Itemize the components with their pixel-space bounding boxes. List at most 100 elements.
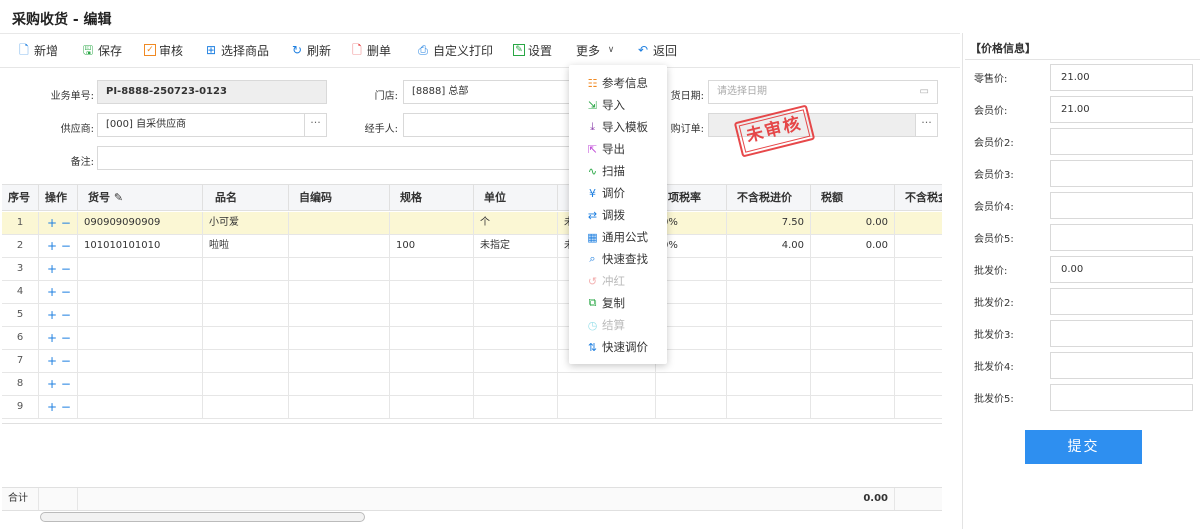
add-row-icon[interactable]: + (47, 331, 57, 345)
new-button[interactable]: 🗋 新增 (17, 39, 58, 61)
handler-field[interactable] (403, 113, 570, 137)
cell-name[interactable] (203, 373, 289, 396)
remove-row-icon[interactable]: − (57, 262, 71, 276)
cell-amount[interactable] (895, 235, 942, 258)
price-input[interactable] (1050, 192, 1193, 219)
cell-amount[interactable] (895, 350, 942, 373)
purchase-order-picker-button[interactable]: ··· (915, 114, 937, 136)
price-input[interactable]: 0.00 (1050, 256, 1193, 283)
cell-unit[interactable]: 个 (474, 212, 558, 235)
cell-selfcode[interactable] (289, 281, 390, 304)
cell-name[interactable] (203, 258, 289, 281)
cell-tax_amt[interactable]: 0.00 (811, 235, 895, 258)
cell-code[interactable]: 101010101010 (78, 235, 203, 258)
back-button[interactable]: ↶ 返回 (636, 39, 677, 61)
cell-unit[interactable] (474, 327, 558, 350)
menu-item-adjust-price[interactable]: ¥ 调价 (569, 183, 667, 203)
edit-icon[interactable]: ✎ (114, 191, 123, 204)
cell-amount[interactable] (895, 327, 942, 350)
more-button[interactable]: 更多 ∨ (576, 39, 621, 61)
cell-unit[interactable] (474, 373, 558, 396)
cell-tax[interactable] (656, 373, 727, 396)
remove-row-icon[interactable]: − (57, 308, 71, 322)
cell-spec[interactable] (390, 212, 474, 235)
cell-spec[interactable] (390, 373, 474, 396)
row-actions[interactable]: + − (39, 327, 78, 350)
supplier-picker-button[interactable]: ··· (304, 114, 326, 136)
remove-row-icon[interactable]: − (57, 331, 71, 345)
add-row-icon[interactable]: + (47, 262, 57, 276)
menu-item-export[interactable]: ⇱ 导出 (569, 139, 667, 159)
menu-item-info[interactable]: ☷ 参考信息 (569, 73, 667, 93)
submit-button[interactable]: 提交 (1025, 430, 1142, 464)
menu-item-formula[interactable]: ▦ 通用公式 (569, 227, 667, 247)
cell-tax_amt[interactable] (811, 327, 895, 350)
remove-row-icon[interactable]: − (57, 354, 71, 368)
cell-price[interactable] (727, 396, 811, 419)
cell-price[interactable] (727, 258, 811, 281)
cell-name[interactable] (203, 396, 289, 419)
cell-name[interactable] (203, 281, 289, 304)
cell-code[interactable] (78, 258, 203, 281)
cell-unit[interactable]: 未指定 (474, 235, 558, 258)
store-field[interactable]: [8888] 总部 (403, 80, 570, 104)
price-input[interactable]: 21.00 (1050, 96, 1193, 123)
cell-spec[interactable] (390, 304, 474, 327)
price-input[interactable] (1050, 160, 1193, 187)
add-row-icon[interactable]: + (47, 354, 57, 368)
select-goods-button[interactable]: ⊞ 选择商品 (204, 39, 269, 61)
row-actions[interactable]: + − (39, 396, 78, 419)
add-row-icon[interactable]: + (47, 285, 57, 299)
cell-name[interactable] (203, 304, 289, 327)
cell-tax[interactable] (656, 396, 727, 419)
cell-selfcode[interactable] (289, 350, 390, 373)
cell-price[interactable] (727, 350, 811, 373)
cell-price[interactable] (727, 281, 811, 304)
cell-selfcode[interactable] (289, 396, 390, 419)
menu-item-import[interactable]: ⇲ 导入 (569, 95, 667, 115)
row-actions[interactable]: + − (39, 350, 78, 373)
price-input[interactable] (1050, 384, 1193, 411)
menu-item-quick-adjust[interactable]: ⇅ 快速调价 (569, 337, 667, 357)
menu-item-search[interactable]: ⌕ 快速查找 (569, 249, 667, 269)
remove-row-icon[interactable]: − (57, 216, 71, 230)
price-input[interactable] (1050, 352, 1193, 379)
cell-amount[interactable] (895, 212, 942, 235)
approve-button[interactable]: ✓ 审核 (144, 39, 183, 61)
cell-code[interactable] (78, 373, 203, 396)
cell-selfcode[interactable] (289, 212, 390, 235)
save-button[interactable]: 🖫 保存 (81, 39, 122, 61)
cell-code[interactable] (78, 396, 203, 419)
cell-unit[interactable] (474, 258, 558, 281)
cell-price[interactable] (727, 327, 811, 350)
add-row-icon[interactable]: + (47, 216, 57, 230)
cell-name[interactable] (203, 350, 289, 373)
settings-button[interactable]: ✎ 设置 (513, 39, 552, 61)
date-field[interactable]: 请选择日期 ▭ (708, 80, 938, 104)
cell-spec[interactable] (390, 258, 474, 281)
row-actions[interactable]: + − (39, 373, 78, 396)
price-input[interactable]: 21.00 (1050, 64, 1193, 91)
menu-item-copy[interactable]: ⧉ 复制 (569, 293, 667, 313)
cell-selfcode[interactable] (289, 235, 390, 258)
cell-name[interactable] (203, 327, 289, 350)
cell-amount[interactable] (895, 396, 942, 419)
cell-code[interactable]: 090909090909 (78, 212, 203, 235)
cell-tax_amt[interactable] (811, 281, 895, 304)
cell-spec[interactable]: 100 (390, 235, 474, 258)
cell-code[interactable] (78, 327, 203, 350)
cell-col8[interactable] (558, 396, 656, 419)
cell-tax_amt[interactable] (811, 373, 895, 396)
cell-spec[interactable] (390, 327, 474, 350)
cell-selfcode[interactable] (289, 304, 390, 327)
add-row-icon[interactable]: + (47, 377, 57, 391)
refresh-button[interactable]: ↻ 刷新 (290, 39, 331, 61)
row-actions[interactable]: + − (39, 258, 78, 281)
cell-price[interactable]: 4.00 (727, 235, 811, 258)
cell-tax_amt[interactable] (811, 396, 895, 419)
cell-code[interactable] (78, 350, 203, 373)
add-row-icon[interactable]: + (47, 400, 57, 414)
remove-row-icon[interactable]: − (57, 285, 71, 299)
remove-row-icon[interactable]: − (57, 400, 71, 414)
row-actions[interactable]: + − (39, 304, 78, 327)
